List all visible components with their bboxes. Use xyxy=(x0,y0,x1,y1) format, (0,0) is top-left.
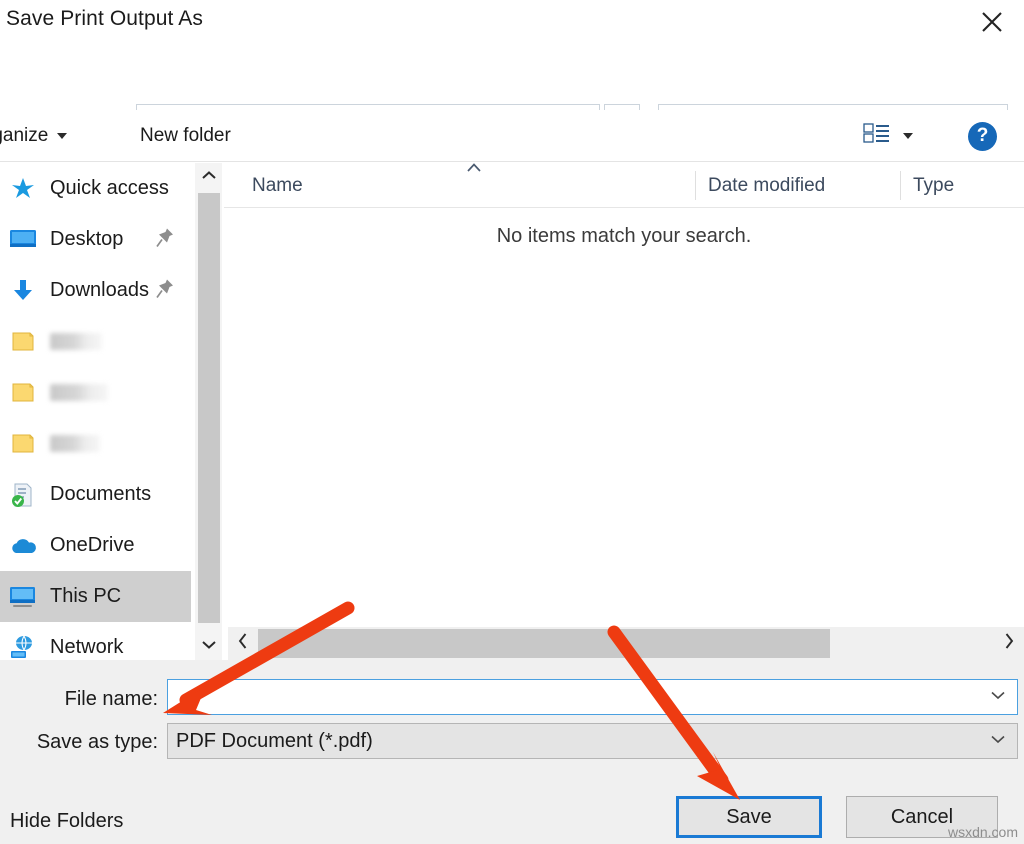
desktop-monitor-icon xyxy=(6,225,40,255)
column-divider[interactable] xyxy=(695,171,696,200)
sidebar-item-folder-2[interactable] xyxy=(0,367,191,418)
chevron-down-icon xyxy=(903,133,913,139)
empty-list-message: No items match your search. xyxy=(224,225,1024,248)
sidebar-item-this-pc[interactable]: This PC xyxy=(0,571,191,622)
chevron-left-icon xyxy=(237,632,249,655)
file-name-dropdown-button[interactable] xyxy=(989,688,1007,706)
cloud-icon xyxy=(6,531,40,561)
sidebar-item-label: Network xyxy=(50,636,123,659)
column-header-name[interactable]: Name xyxy=(252,163,303,208)
sidebar-item-downloads[interactable]: Downloads xyxy=(0,265,191,316)
new-folder-label: New folder xyxy=(140,125,231,147)
documents-icon xyxy=(6,480,40,510)
scrollbar-thumb[interactable] xyxy=(198,193,220,623)
save-as-type-label: Save as type: xyxy=(0,731,158,754)
folder-icon xyxy=(6,327,40,357)
close-button[interactable] xyxy=(960,0,1024,44)
sidebar-item-label: This PC xyxy=(50,585,121,608)
network-icon xyxy=(6,633,40,661)
sidebar-item-label: Quick access xyxy=(50,177,169,200)
sidebar-item-label: Documents xyxy=(50,483,151,506)
column-header-label: Type xyxy=(913,175,954,197)
navigation-pane-scrollbar[interactable] xyxy=(194,163,222,660)
sidebar-item-onedrive[interactable]: OneDrive xyxy=(0,520,191,571)
save-as-type-select[interactable]: PDF Document (*.pdf) xyxy=(167,723,1018,759)
chevron-up-icon xyxy=(201,168,217,186)
view-options-dropdown-button[interactable] xyxy=(903,110,913,162)
watermark: wsxdn.com xyxy=(948,824,1018,840)
organize-button[interactable]: rganize xyxy=(0,110,67,162)
redacted-label xyxy=(50,435,100,452)
title-bar: Save Print Output As xyxy=(0,0,1024,46)
list-view-icon xyxy=(862,120,892,152)
sidebar-item-label: Desktop xyxy=(50,228,123,251)
column-header-label: Name xyxy=(252,175,303,197)
column-header-date-modified[interactable]: Date modified xyxy=(708,163,825,208)
sidebar-item-folder-3[interactable] xyxy=(0,418,191,469)
redacted-label xyxy=(50,384,108,401)
scrollbar-thumb[interactable] xyxy=(258,629,830,658)
save-as-type-value: PDF Document (*.pdf) xyxy=(168,730,373,753)
command-toolbar: rganize New folder ? xyxy=(0,110,1024,162)
pin-icon[interactable] xyxy=(155,226,175,253)
change-view-button[interactable] xyxy=(862,110,892,162)
file-list-pane: Name Date modified Type No items match y… xyxy=(224,163,1024,625)
star-icon xyxy=(6,174,40,204)
navigation-pane: Quick access Desktop xyxy=(0,163,191,660)
new-folder-button[interactable]: New folder xyxy=(140,110,231,162)
page-title: Save Print Output As xyxy=(6,7,203,31)
sidebar-item-label: OneDrive xyxy=(50,534,134,557)
folder-icon xyxy=(6,378,40,408)
close-icon xyxy=(979,9,1005,35)
scroll-right-button[interactable] xyxy=(994,627,1024,660)
file-name-label: File name: xyxy=(0,688,158,711)
save-as-type-dropdown-button[interactable] xyxy=(989,732,1007,750)
caret-up-icon xyxy=(464,161,484,179)
scroll-left-button[interactable] xyxy=(228,627,258,660)
sidebar-item-label: Downloads xyxy=(50,279,149,302)
organize-label: rganize xyxy=(0,125,48,147)
folder-icon xyxy=(6,429,40,459)
column-headers: Name Date modified Type xyxy=(224,163,1024,208)
download-arrow-icon xyxy=(6,276,40,306)
computer-icon xyxy=(6,582,40,612)
help-label: ? xyxy=(977,125,989,147)
chevron-right-icon xyxy=(1003,632,1015,655)
save-print-output-dialog: Save Print Output As xyxy=(0,0,1024,844)
scroll-down-button[interactable] xyxy=(195,632,223,660)
scroll-up-button[interactable] xyxy=(195,163,223,191)
sidebar-item-desktop[interactable]: Desktop xyxy=(0,214,191,265)
help-button[interactable]: ? xyxy=(968,110,997,162)
chevron-down-icon xyxy=(201,637,217,655)
hide-folders-button[interactable]: Hide Folders xyxy=(10,810,123,833)
sidebar-item-documents[interactable]: Documents xyxy=(0,469,191,520)
column-header-label: Date modified xyxy=(708,175,825,197)
file-list-horizontal-scrollbar[interactable] xyxy=(228,627,1024,660)
file-name-field[interactable] xyxy=(167,679,1018,715)
file-name-input[interactable] xyxy=(168,686,968,709)
save-button[interactable]: Save xyxy=(676,796,822,838)
sidebar-item-network[interactable]: Network xyxy=(0,622,191,660)
column-divider[interactable] xyxy=(900,171,901,200)
chevron-down-icon xyxy=(57,133,67,139)
sidebar-item-folder-1[interactable] xyxy=(0,316,191,367)
redacted-label xyxy=(50,333,102,350)
address-bar-row: This PC › Desktop xyxy=(0,46,1024,110)
sidebar-item-quick-access[interactable]: Quick access xyxy=(0,163,191,214)
help-icon: ? xyxy=(968,122,997,151)
column-header-type[interactable]: Type xyxy=(913,163,954,208)
pin-icon[interactable] xyxy=(155,277,175,304)
